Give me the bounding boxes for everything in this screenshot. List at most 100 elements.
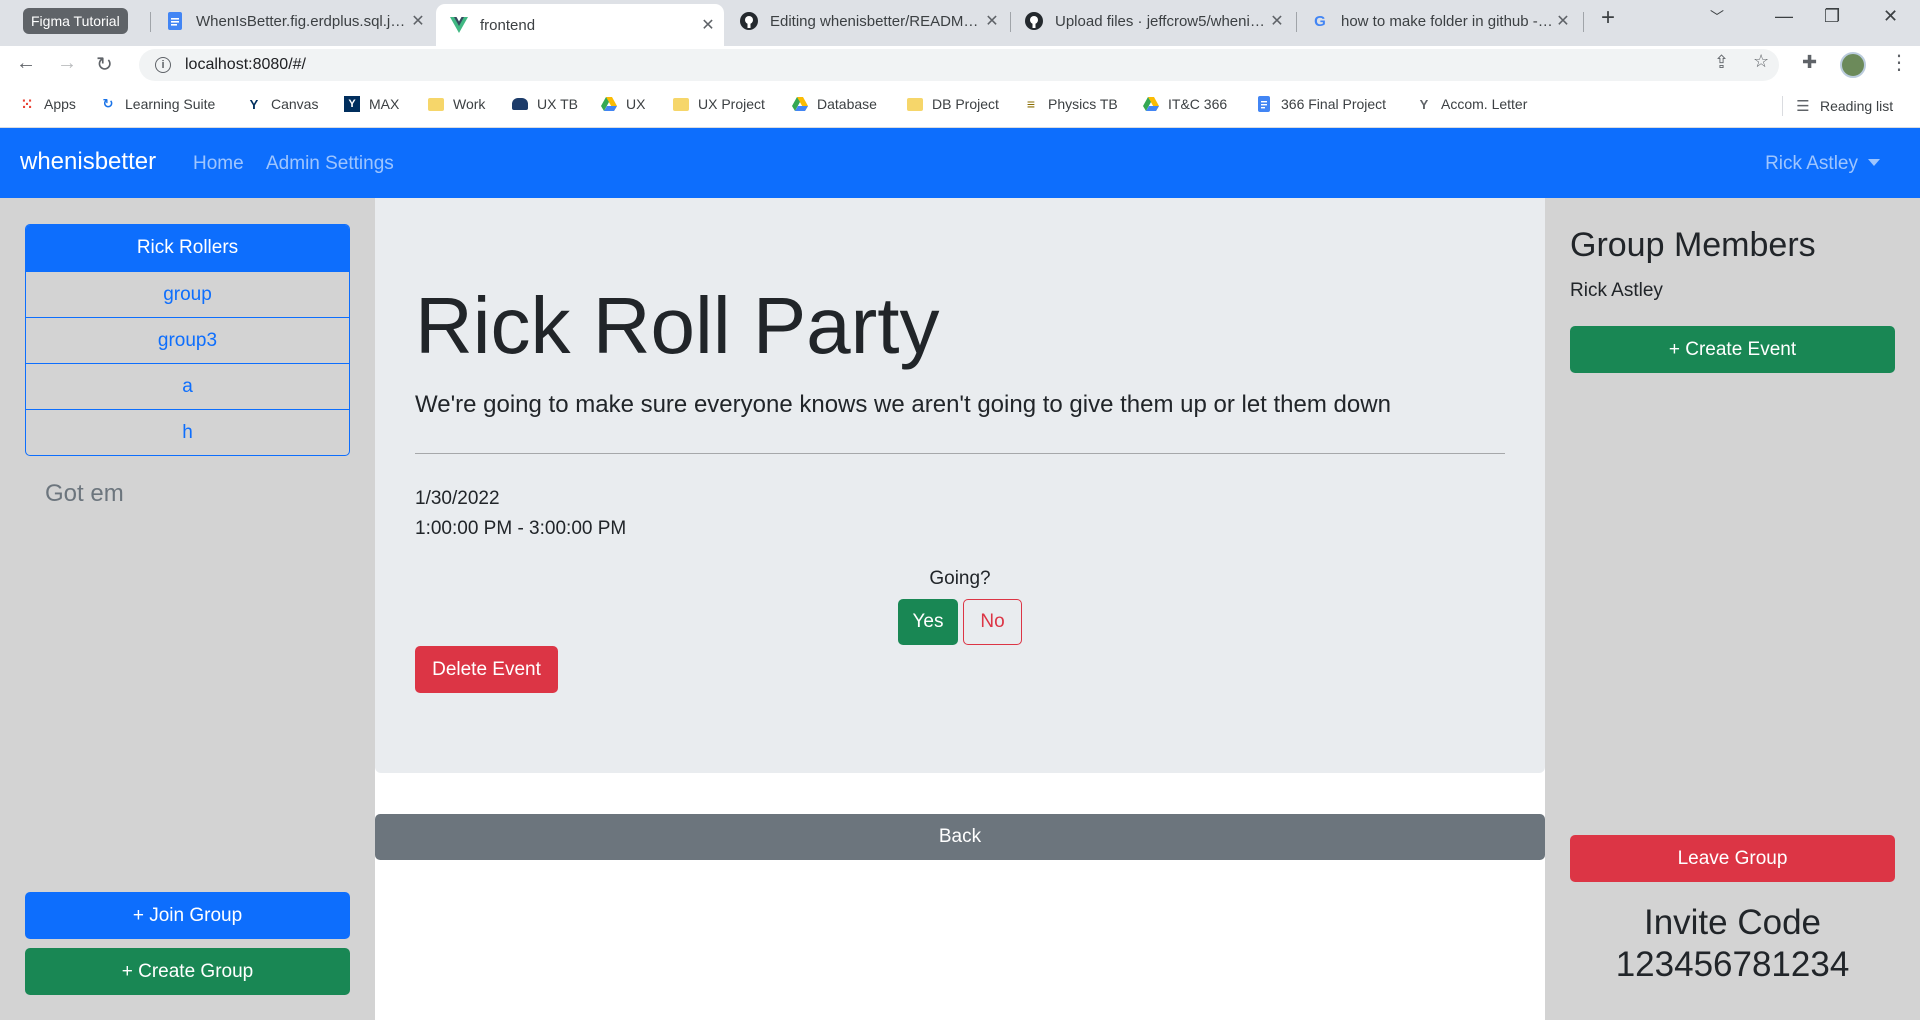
user-dropdown[interactable]: Rick Astley bbox=[1765, 153, 1880, 175]
group-item[interactable]: group bbox=[26, 271, 349, 317]
invite-code-value: 123456781234 bbox=[1615, 945, 1850, 984]
brand-logo[interactable]: whenisbetter bbox=[20, 148, 156, 176]
tab-frontend[interactable]: frontend ✕ bbox=[436, 4, 724, 46]
bookmark-accom-letter[interactable]: Y Accom. Letter bbox=[1416, 96, 1528, 112]
nav-home[interactable]: Home bbox=[193, 153, 244, 175]
folder-icon bbox=[428, 97, 444, 111]
bookmark-database[interactable]: Database bbox=[792, 96, 877, 112]
bookmark-db-project[interactable]: DB Project bbox=[907, 96, 999, 112]
url-text[interactable]: localhost:8080/#/ bbox=[185, 56, 306, 74]
group-item-active[interactable]: Rick Rollers bbox=[26, 225, 349, 271]
byu-max-icon: Y bbox=[344, 96, 360, 112]
bookmark-physics-tb[interactable]: ≡ Physics TB bbox=[1023, 96, 1118, 112]
leave-group-button[interactable]: Leave Group bbox=[1570, 835, 1895, 882]
site-info-icon[interactable]: i bbox=[155, 57, 171, 73]
vue-icon bbox=[450, 16, 468, 34]
group-item[interactable]: group3 bbox=[26, 317, 349, 363]
sidebar-note: Got em bbox=[45, 480, 124, 507]
extensions-icon[interactable]: ✚ bbox=[1802, 52, 1817, 73]
learning-suite-icon: ↻ bbox=[102, 96, 114, 111]
bookmark-canvas[interactable]: Y Canvas bbox=[246, 96, 319, 112]
group-list: Rick Rollers group group3 a h bbox=[25, 224, 350, 456]
tab-group-label[interactable]: Figma Tutorial bbox=[23, 8, 128, 34]
accom-letter-icon: Y bbox=[1419, 96, 1429, 112]
create-event-button[interactable]: + Create Event bbox=[1570, 326, 1895, 373]
tab-title: how to make folder in github - Google Se… bbox=[1341, 12, 1553, 30]
groups-sidebar: Rick Rollers group group3 a h Got em + J… bbox=[0, 198, 375, 1020]
nav-admin-settings[interactable]: Admin Settings bbox=[266, 153, 394, 175]
bookmark-ux-project[interactable]: UX Project bbox=[673, 96, 765, 112]
google-drive-icon bbox=[792, 96, 808, 112]
create-group-button[interactable]: + Create Group bbox=[25, 948, 350, 995]
bookmark-label: Work bbox=[453, 96, 486, 112]
bookmark-work[interactable]: Work bbox=[428, 96, 485, 112]
back-button[interactable]: Back bbox=[375, 814, 1545, 860]
bookmark-label: DB Project bbox=[932, 96, 999, 112]
folder-icon bbox=[673, 97, 689, 111]
forward-arrow-icon[interactable]: → bbox=[57, 52, 77, 75]
restore-icon[interactable]: ❐ bbox=[1824, 6, 1840, 27]
reading-list-label: Reading list bbox=[1820, 98, 1894, 114]
close-icon[interactable]: ✕ bbox=[982, 11, 1002, 31]
members-sidebar: Group Members Rick Astley + Create Event… bbox=[1545, 198, 1920, 1020]
share-icon[interactable]: ⇪ bbox=[1714, 52, 1729, 73]
profile-avatar[interactable] bbox=[1840, 52, 1866, 78]
event-description: We're going to make sure everyone knows … bbox=[415, 391, 1391, 418]
bookmark-ux-tb[interactable]: UX TB bbox=[512, 96, 578, 112]
folder-icon bbox=[907, 97, 923, 111]
close-icon[interactable]: ✕ bbox=[1553, 11, 1573, 31]
tab-search-chevron-icon[interactable]: ﹀ bbox=[1710, 7, 1724, 27]
omnibox[interactable]: i localhost:8080/#/ bbox=[139, 49, 1779, 81]
tab-separator bbox=[150, 12, 151, 32]
bookmark-label: 366 Final Project bbox=[1281, 96, 1387, 112]
chrome-menu-icon[interactable]: ⋮ bbox=[1889, 50, 1909, 75]
bookmark-366-final-project[interactable]: 366 Final Project bbox=[1256, 96, 1386, 112]
going-yes-button[interactable]: Yes bbox=[898, 599, 958, 645]
bookmark-learning-suite[interactable]: ↻ Learning Suite bbox=[100, 96, 216, 112]
docs-icon bbox=[166, 12, 184, 30]
tab-title: frontend bbox=[480, 16, 536, 34]
reload-icon[interactable]: ↻ bbox=[96, 52, 113, 77]
bookmark-label: Canvas bbox=[271, 96, 319, 112]
bookmark-apps[interactable]: ⁙ Apps bbox=[19, 95, 76, 113]
close-icon[interactable]: ✕ bbox=[698, 15, 718, 35]
github-icon bbox=[1025, 12, 1043, 30]
bookmark-star-icon[interactable]: ☆ bbox=[1753, 51, 1769, 72]
bookmark-label: UX Project bbox=[698, 96, 765, 112]
bookmark-label: Accom. Letter bbox=[1441, 96, 1528, 112]
bookmark-label: Apps bbox=[44, 96, 76, 112]
back-arrow-icon[interactable]: ← bbox=[16, 52, 36, 75]
going-label: Going? bbox=[929, 568, 991, 589]
minimize-icon[interactable]: — bbox=[1775, 6, 1793, 27]
bookmark-label: Learning Suite bbox=[125, 96, 216, 112]
caret-down-icon bbox=[1868, 159, 1880, 166]
new-tab-icon[interactable]: + bbox=[1601, 4, 1615, 32]
event-date: 1/30/2022 bbox=[415, 488, 500, 509]
close-icon[interactable]: ✕ bbox=[1267, 11, 1287, 31]
group-members-title: Group Members bbox=[1570, 226, 1816, 264]
tab-google-search[interactable]: G how to make folder in github - Google … bbox=[1297, 4, 1579, 38]
close-icon[interactable]: ✕ bbox=[408, 11, 428, 31]
bookmark-label: UX TB bbox=[537, 96, 578, 112]
bookmark-ux[interactable]: UX bbox=[601, 96, 645, 112]
tab-upload[interactable]: Upload files · jeffcrow5/whenisbetter ✕ bbox=[1011, 4, 1293, 38]
going-no-button[interactable]: No bbox=[963, 599, 1022, 645]
tab-title: WhenIsBetter.fig.erdplus.sql.json bbox=[196, 12, 408, 30]
delete-event-button[interactable]: Delete Event bbox=[415, 646, 558, 693]
apps-grid-icon: ⁙ bbox=[21, 95, 33, 112]
group-item[interactable]: h bbox=[26, 409, 349, 455]
tab-readme[interactable]: Editing whenisbetter/README.md ✕ bbox=[726, 4, 1008, 38]
window-close-icon[interactable]: ✕ bbox=[1883, 6, 1898, 27]
group-item[interactable]: a bbox=[26, 363, 349, 409]
byu-y-icon: Y bbox=[249, 96, 259, 112]
tab-erdplus[interactable]: WhenIsBetter.fig.erdplus.sql.json ✕ bbox=[152, 4, 434, 38]
bookmark-max[interactable]: Y MAX bbox=[344, 96, 399, 112]
join-group-button[interactable]: + Join Group bbox=[25, 892, 350, 939]
google-drive-icon bbox=[1143, 96, 1159, 112]
app-navbar: whenisbetter Home Admin Settings Rick As… bbox=[0, 128, 1920, 198]
address-bar-row: ← → ↻ i localhost:8080/#/ ⇪ ☆ ✚ ⋮ bbox=[0, 46, 1920, 84]
reading-list[interactable]: ☰ Reading list bbox=[1782, 96, 1893, 116]
bookmark-itc-366[interactable]: IT&C 366 bbox=[1143, 96, 1227, 112]
user-name: Rick Astley bbox=[1765, 153, 1858, 174]
browser-tab-strip: Figma Tutorial WhenIsBetter.fig.erdplus.… bbox=[0, 0, 1920, 46]
